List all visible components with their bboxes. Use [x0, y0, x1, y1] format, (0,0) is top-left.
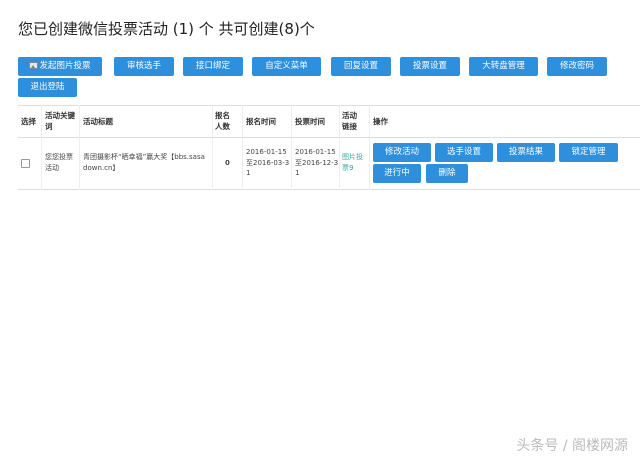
row-signup-count: 0 — [225, 159, 230, 167]
create-image-vote-label: 发起图片投票 — [39, 61, 91, 71]
page-title: 您已创建微信投票活动 (1) 个 共可创建(8)个 — [18, 20, 315, 38]
edit-activity-button[interactable]: 修改活动 — [373, 143, 431, 162]
column-divider — [79, 105, 80, 190]
player-settings-button[interactable]: 选手设置 — [435, 143, 493, 162]
row-activity-link[interactable]: 图片投票9 — [342, 152, 366, 173]
row-keyword: 您您投票活动 — [45, 153, 73, 172]
row-signup-time: 2016-01-15至2016-03-31 — [246, 148, 290, 177]
column-divider — [41, 105, 42, 190]
logout-button[interactable]: 退出登陆 — [18, 78, 77, 97]
table-top-border — [18, 105, 640, 106]
header-link: 活动链接 — [342, 111, 357, 131]
header-keyword: 活动关键词 — [45, 111, 75, 131]
table-header-divider — [18, 137, 640, 138]
header-title: 活动标题 — [83, 117, 113, 126]
activities-table: 选择 活动关键词 活动标题 报名人数 报名时间 投票时间 活动链接 操作 您您投… — [18, 105, 640, 190]
column-divider — [212, 105, 213, 190]
column-divider — [291, 105, 292, 190]
delete-button[interactable]: 删除 — [426, 164, 468, 183]
row-title: 青团摄影杯“晒幸福”赢大奖【bbs.sasadown.cn】 — [83, 153, 205, 172]
lock-management-button[interactable]: 锁定管理 — [559, 143, 618, 162]
wheel-management-button[interactable]: 大转盘管理 — [469, 57, 538, 76]
review-players-button[interactable]: 审核选手 — [114, 57, 174, 76]
custom-menu-button[interactable]: 自定义菜单 — [252, 57, 321, 76]
reply-settings-button[interactable]: 回复设置 — [331, 57, 391, 76]
image-icon — [29, 62, 39, 69]
change-password-button[interactable]: 修改密码 — [547, 57, 607, 76]
interface-binding-button[interactable]: 接口绑定 — [183, 57, 243, 76]
status-in-progress-button[interactable]: 进行中 — [373, 164, 421, 183]
table-bottom-border — [18, 189, 640, 190]
column-divider — [369, 105, 370, 190]
header-actions: 操作 — [373, 117, 388, 126]
header-signup-time: 报名时间 — [246, 117, 276, 126]
header-vote-time: 投票时间 — [295, 117, 325, 126]
column-divider — [242, 105, 243, 190]
header-signup-count: 报名人数 — [215, 111, 230, 131]
header-select: 选择 — [21, 117, 36, 126]
row-vote-time: 2016-01-15至2016-12-31 — [295, 148, 339, 177]
vote-results-button[interactable]: 投票结果 — [497, 143, 555, 162]
create-image-vote-button[interactable]: 发起图片投票 — [18, 57, 102, 76]
column-divider — [339, 105, 340, 190]
row-select-checkbox[interactable] — [21, 159, 30, 168]
vote-settings-button[interactable]: 投票设置 — [400, 57, 460, 76]
watermark: 头条号 / 阁楼网源 — [516, 438, 628, 454]
